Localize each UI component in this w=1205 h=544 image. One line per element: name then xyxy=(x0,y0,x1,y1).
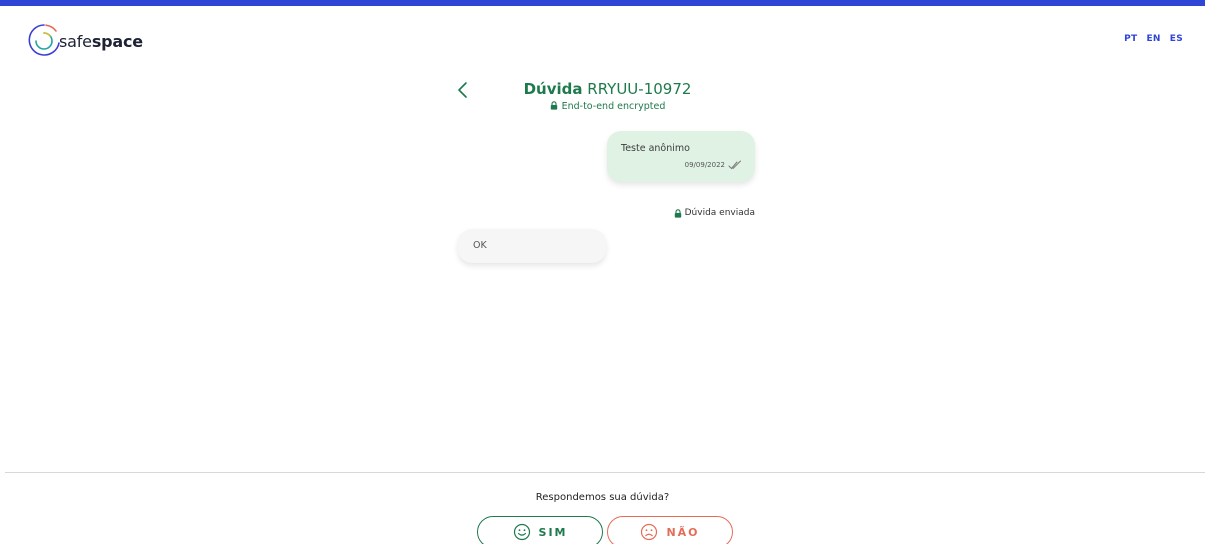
footer-divider xyxy=(5,472,1205,473)
sent-message-bubble: Teste anônimo 09/09/2022 xyxy=(607,131,755,182)
lock-icon xyxy=(550,101,557,110)
yes-button[interactable]: SIM xyxy=(477,516,603,544)
message-date: 09/09/2022 xyxy=(684,161,725,169)
status-label: Dúvida enviada xyxy=(684,208,755,218)
lang-es[interactable]: ES xyxy=(1170,34,1183,44)
encryption-notice: End-to-end encrypted xyxy=(0,101,1205,112)
received-message-bubble: OK xyxy=(458,229,606,263)
sent-message-text: Teste anônimo xyxy=(621,143,690,154)
logo-text-light: safe xyxy=(59,32,92,51)
conversation-id: RRYUU-10972 xyxy=(587,80,692,98)
received-message-text: OK xyxy=(473,240,487,251)
lock-icon xyxy=(674,208,681,218)
double-check-icon xyxy=(728,160,741,170)
safespace-logo-icon xyxy=(28,24,60,56)
feedback-question: Respondemos sua dúvida? xyxy=(535,492,670,503)
top-accent-bar xyxy=(0,0,1205,6)
logo-text-bold: space xyxy=(91,32,143,51)
language-switcher: PT EN ES xyxy=(1124,34,1183,44)
lang-pt[interactable]: PT xyxy=(1124,34,1137,44)
conversation-type: Dúvida xyxy=(523,80,583,98)
status-indicator: Dúvida enviada xyxy=(674,208,755,218)
encryption-label: End-to-end encrypted xyxy=(561,101,666,112)
yes-button-label: SIM xyxy=(538,525,568,539)
message-meta: 09/09/2022 xyxy=(685,160,742,170)
conversation-title: Dúvida RRYUU-10972 xyxy=(0,80,1205,98)
no-button[interactable]: NÃO xyxy=(607,516,733,544)
lang-en[interactable]: EN xyxy=(1146,34,1160,44)
no-button-label: NÃO xyxy=(666,525,700,539)
page: safespace PT EN ES Dúvida RRYUU-10972 En… xyxy=(0,0,1205,544)
smile-icon xyxy=(513,523,530,541)
logo-wordmark: safespace xyxy=(59,32,143,51)
logo[interactable]: safespace xyxy=(26,21,143,61)
sad-face-icon xyxy=(641,523,658,541)
